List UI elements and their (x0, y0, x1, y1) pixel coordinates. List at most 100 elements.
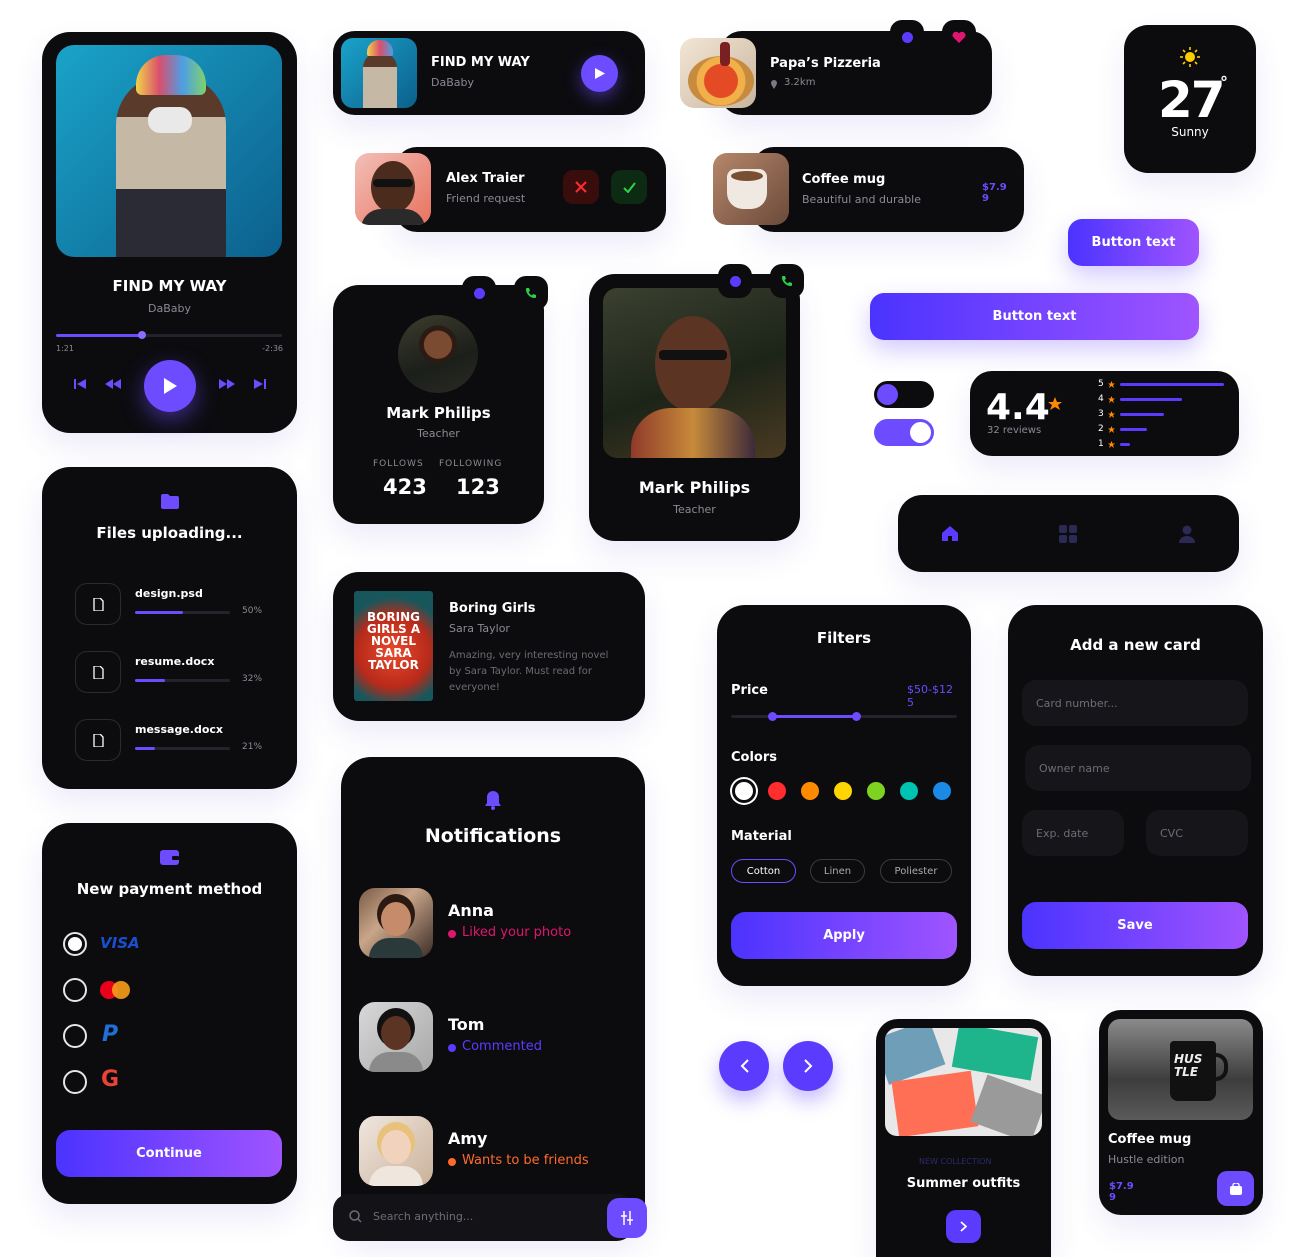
notification-type-icon (448, 1158, 456, 1166)
notification-action: Commented (462, 1039, 542, 1054)
range-handle-min[interactable] (768, 712, 777, 721)
decline-button[interactable] (563, 170, 599, 204)
favorite-button[interactable] (942, 20, 976, 54)
chevron-right-icon (960, 1221, 967, 1232)
material-chip-poliester[interactable]: Poliester (880, 859, 952, 883)
star-icon (1108, 441, 1115, 448)
bottom-nav-bar (898, 495, 1239, 572)
colors-label: Colors (731, 750, 778, 765)
filter-button[interactable] (607, 1198, 647, 1238)
mini-play-button[interactable] (581, 55, 618, 92)
profile-large-call-button[interactable] (770, 264, 804, 298)
add-to-cart-button[interactable] (1217, 1171, 1254, 1206)
color-swatch[interactable] (735, 782, 753, 800)
profile-avatar (398, 315, 478, 393)
coffee-row-card[interactable]: Coffee mug Beautiful and durable $7.9 9 (752, 147, 1024, 232)
search-bar[interactable]: Search anything... (333, 1194, 633, 1241)
accept-button[interactable] (611, 170, 647, 204)
color-swatch[interactable] (801, 782, 819, 800)
progress-knob[interactable] (137, 331, 146, 339)
bell-icon (485, 791, 501, 810)
mug-text: HUS TLE (1174, 1052, 1203, 1079)
message-button[interactable] (890, 20, 924, 54)
sliders-icon (621, 1211, 633, 1225)
next-button[interactable] (783, 1041, 833, 1091)
toggle-on[interactable] (874, 419, 934, 446)
color-swatch[interactable] (900, 782, 918, 800)
phone-icon (526, 288, 536, 298)
book-card[interactable]: BORING GIRLS A NOVEL SARA TAYLOR Boring … (333, 572, 645, 721)
payment-method-card: New payment method VISA P G Continue (42, 823, 297, 1204)
rating-bar (1120, 413, 1164, 416)
chevron-right-icon (803, 1059, 812, 1073)
save-button[interactable]: Save (1022, 902, 1248, 949)
skip-back-icon[interactable] (74, 378, 86, 390)
file-icon-box (75, 719, 121, 761)
rating-bar (1120, 398, 1183, 401)
material-chip-cotton[interactable]: Cotton (731, 859, 796, 883)
follows-label: FOLLOWS (373, 459, 424, 469)
notification-name: Amy (448, 1129, 488, 1148)
exp-date-field[interactable]: Exp. date (1022, 810, 1124, 856)
coffee-product-card[interactable]: HUS TLE Coffee mug Hustle edition $7.9 9 (1099, 1010, 1263, 1215)
toggle-off[interactable] (874, 381, 934, 408)
rewind-icon[interactable] (104, 378, 122, 390)
book-cover: BORING GIRLS A NOVEL SARA TAYLOR (354, 591, 433, 701)
color-swatch[interactable] (768, 782, 786, 800)
fast-forward-icon[interactable] (218, 378, 236, 390)
star-icon (1108, 396, 1115, 403)
price-range-fill (773, 715, 857, 718)
material-chip-linen[interactable]: Linen (810, 859, 865, 883)
radio-visa[interactable] (63, 932, 87, 956)
skip-forward-icon[interactable] (254, 378, 266, 390)
friend-name: Alex Traier (446, 171, 525, 186)
prev-button[interactable] (719, 1041, 769, 1091)
outfits-next-button[interactable] (946, 1210, 981, 1243)
color-swatch[interactable] (867, 782, 885, 800)
color-swatch[interactable] (834, 782, 852, 800)
notification-name: Anna (448, 901, 494, 920)
color-swatch[interactable] (933, 782, 951, 800)
card-number-field[interactable]: Card number... (1022, 680, 1248, 726)
play-icon (164, 378, 177, 394)
profile-large-role: Teacher (673, 503, 716, 516)
file-percent: 21% (242, 742, 263, 752)
radio-paypal[interactable] (63, 1024, 87, 1048)
continue-button[interactable]: Continue (56, 1130, 282, 1177)
close-icon (575, 181, 587, 193)
radio-mastercard[interactable] (63, 978, 87, 1002)
small-button[interactable]: Button text (1068, 219, 1199, 266)
range-handle-max[interactable] (852, 712, 861, 721)
profile-large-message-button[interactable] (718, 264, 752, 298)
user-icon[interactable] (1179, 525, 1195, 543)
coffee-card-name: Coffee mug (1108, 1132, 1192, 1147)
profile-message-button[interactable] (462, 276, 496, 310)
file-percent: 32% (242, 674, 263, 684)
wide-button[interactable]: Button text (870, 293, 1199, 340)
filters-card: Filters Price $50-$12 5 Colors Material … (717, 605, 971, 986)
rating-bar-label: 2 (1098, 424, 1104, 434)
outfits-photo (885, 1028, 1042, 1136)
profile-call-button[interactable] (514, 276, 548, 310)
play-button[interactable] (144, 360, 196, 412)
profile-photo-large (603, 288, 786, 458)
radio-google[interactable] (63, 1070, 87, 1094)
file-percent: 50% (242, 606, 263, 616)
friend-subtitle: Friend request (446, 192, 526, 205)
home-icon[interactable] (941, 525, 959, 542)
price-value: $50-$12 5 (907, 683, 953, 710)
rating-bar-label: 5 (1098, 379, 1104, 389)
mastercard-icon (100, 981, 130, 999)
time-elapsed: 1:21 (56, 344, 74, 353)
cvc-field[interactable]: CVC (1146, 810, 1248, 856)
coffee-row-subtitle: Beautiful and durable (802, 193, 922, 206)
summer-outfits-card[interactable]: NEW COLLECTION Summer outfits (876, 1019, 1051, 1257)
payment-title: New payment method (76, 880, 263, 898)
track-progress[interactable] (56, 334, 282, 337)
grid-icon[interactable] (1059, 525, 1077, 543)
owner-name-field[interactable]: Owner name (1025, 745, 1251, 791)
apply-button[interactable]: Apply (731, 912, 957, 959)
folder-icon (161, 494, 179, 509)
time-remaining: -2:36 (262, 344, 283, 353)
notification-avatar (359, 1116, 433, 1186)
